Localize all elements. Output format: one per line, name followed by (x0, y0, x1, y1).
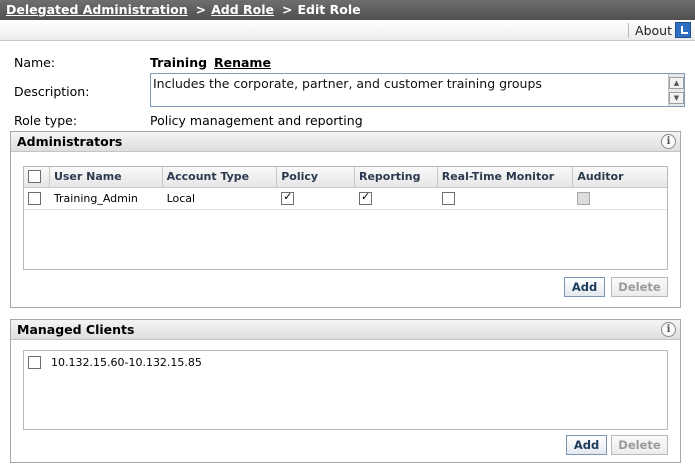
about-icon (675, 22, 691, 38)
delete-client-button[interactable]: Delete (611, 435, 668, 455)
select-all-cell (24, 167, 50, 187)
info-icon[interactable]: i (661, 322, 676, 337)
table-row[interactable]: Training_Admin Local (24, 188, 667, 210)
breadcrumb-add-role[interactable]: Add Role (211, 2, 274, 17)
managed-clients-list: 10.132.15.60-10.132.15.85 (23, 350, 668, 430)
list-item[interactable]: 10.132.15.60-10.132.15.85 (24, 351, 202, 373)
cell-user-name: Training_Admin (53, 192, 138, 205)
column-header-reporting[interactable]: Reporting (355, 167, 438, 187)
breadcrumb: Delegated Administration > Add Role > Edit R… (0, 0, 695, 20)
managed-clients-panel: Managed Clients i 10.132.15.60-10.132.15… (10, 319, 681, 463)
reporting-checkbox[interactable] (358, 190, 372, 205)
row-select-cell (24, 188, 50, 209)
column-header-real-time-monitor[interactable]: Real-Time Monitor (438, 167, 574, 187)
description-textarea[interactable]: Includes the corporate, partner, and cus… (150, 73, 685, 107)
add-administrator-button[interactable]: Add (564, 277, 605, 297)
rename-link[interactable]: Rename (214, 55, 271, 70)
column-header-policy[interactable]: Policy (277, 167, 355, 187)
client-range: 10.132.15.60-10.132.15.85 (51, 355, 202, 369)
breadcrumb-delegated-administration[interactable]: Delegated Administration (6, 2, 188, 17)
name-label: Name: (14, 55, 56, 70)
scroll-up-icon[interactable]: ▲ (669, 77, 684, 89)
cell-real-time-monitor (438, 188, 574, 209)
role-type-value: Policy management and reporting (150, 113, 363, 128)
managed-clients-title: Managed Clients (17, 322, 135, 337)
about-button[interactable]: About (635, 22, 691, 38)
managed-clients-panel-title: Managed Clients i (11, 320, 680, 340)
administrators-panel: Administrators i User Name Account Type … (10, 131, 681, 308)
row-select-checkbox[interactable] (28, 192, 41, 205)
column-header-auditor[interactable]: Auditor (573, 167, 667, 187)
cell-auditor (573, 188, 667, 209)
administrators-title: Administrators (17, 134, 123, 149)
add-client-button[interactable]: Add (566, 435, 607, 455)
select-all-checkbox[interactable] (28, 170, 41, 183)
description-scrollbar[interactable]: ▲ ▼ (668, 74, 684, 106)
about-label: About (635, 22, 672, 38)
info-icon[interactable]: i (661, 134, 676, 149)
cell-reporting (355, 188, 438, 209)
description-label: Description: (14, 84, 90, 99)
delete-administrator-button[interactable]: Delete (611, 277, 668, 297)
cell-policy (277, 188, 355, 209)
real-time-monitor-checkbox[interactable] (441, 192, 455, 205)
table-header: User Name Account Type Policy Reporting … (24, 167, 667, 188)
breadcrumb-separator: > (195, 2, 207, 17)
name-value: Training (150, 55, 208, 70)
role-type-label: Role type: (14, 113, 78, 128)
scroll-down-icon[interactable]: ▼ (669, 92, 684, 104)
auditor-checkbox (577, 192, 591, 205)
toolbar: About (0, 20, 695, 41)
breadcrumb-edit-role: Edit Role (297, 2, 361, 17)
client-checkbox[interactable] (28, 355, 41, 369)
administrators-panel-title: Administrators i (11, 132, 680, 152)
column-header-account-type[interactable]: Account Type (163, 167, 278, 187)
breadcrumb-separator: > (282, 2, 293, 17)
policy-checkbox[interactable] (281, 190, 295, 205)
administrators-table: User Name Account Type Policy Reporting … (23, 166, 668, 270)
toolbar-divider (628, 23, 629, 38)
column-header-user-name[interactable]: User Name (50, 167, 163, 187)
cell-account-type: Local (166, 192, 196, 205)
description-text: Includes the corporate, partner, and cus… (153, 76, 542, 91)
